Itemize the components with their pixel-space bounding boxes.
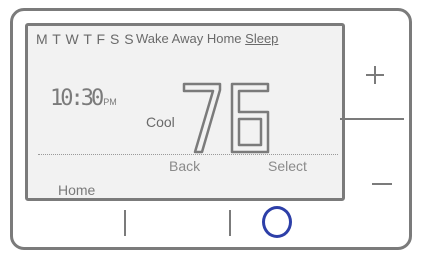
system-mode-label: Cool (146, 114, 175, 130)
select-button[interactable] (229, 210, 231, 236)
thermostat-screen: M T W T F S S Wake Away Home Sleep 10:30… (25, 23, 345, 201)
mode-sleep[interactable]: Sleep (245, 31, 278, 46)
thermostat-device: M T W T F S S Wake Away Home Sleep 10:30… (10, 8, 412, 250)
select-label: Select (268, 158, 307, 174)
weekday-indicator: M T W T F S S (36, 31, 135, 47)
schedule-modes: Wake Away Home Sleep (136, 31, 278, 46)
back-label: Back (169, 158, 201, 174)
temperature-display: 76 (182, 82, 270, 154)
clock-ampm: PM (103, 97, 117, 107)
side-divider (340, 118, 404, 120)
screen-divider (38, 154, 338, 155)
mode-away[interactable]: Away (172, 31, 204, 46)
mode-home[interactable]: Home (207, 31, 242, 46)
back-button[interactable] (124, 210, 126, 236)
mode-wake[interactable]: Wake (136, 31, 169, 46)
clock-display: 10:30 PM (50, 86, 117, 111)
minus-icon[interactable] (372, 183, 392, 185)
clock-time: 10:30 (50, 86, 104, 111)
plus-icon[interactable] (360, 60, 390, 90)
home-label: Home (58, 182, 96, 198)
circle-button-icon[interactable] (262, 206, 292, 238)
